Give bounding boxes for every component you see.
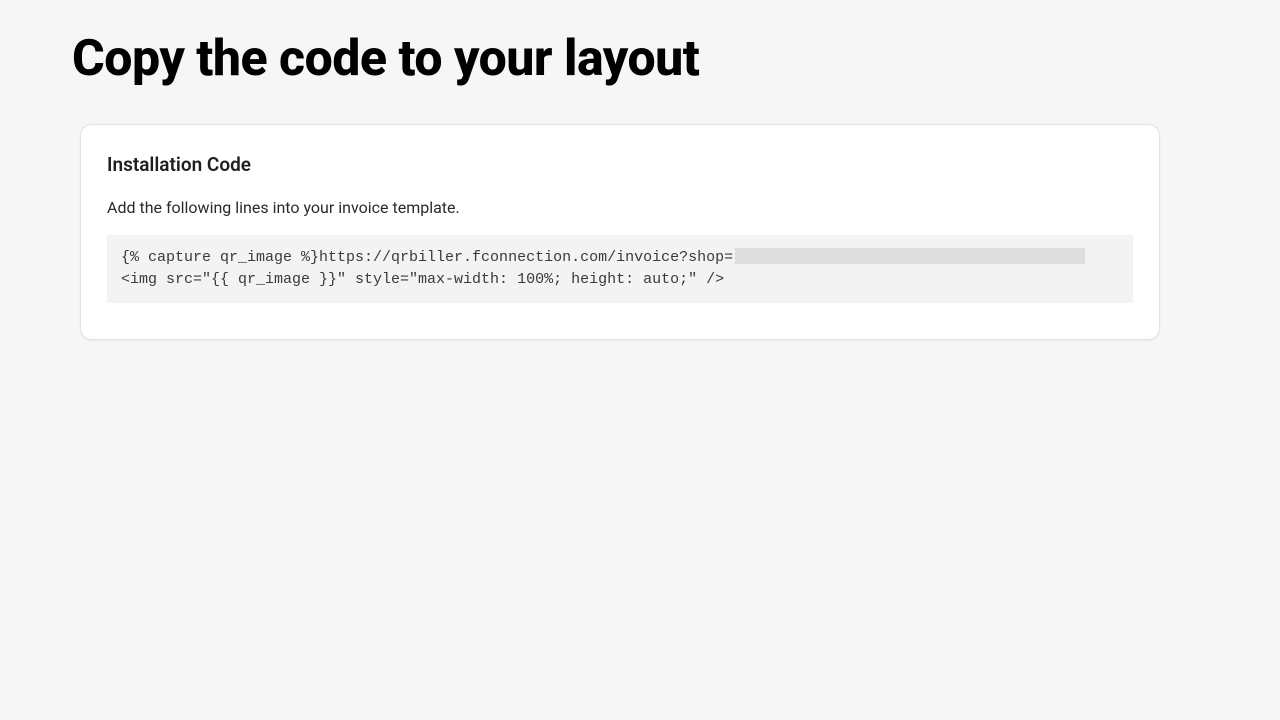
card-instructions: Add the following lines into your invoic… bbox=[107, 198, 1133, 217]
code-line-1-text: {% capture qr_image %}https://qrbiller.f… bbox=[121, 249, 733, 266]
redacted-value bbox=[735, 248, 1085, 264]
code-block[interactable]: {% capture qr_image %}https://qrbiller.f… bbox=[107, 235, 1133, 303]
card-title: Installation Code bbox=[107, 153, 1133, 176]
installation-code-card: Installation Code Add the following line… bbox=[80, 124, 1160, 340]
code-line-1: {% capture qr_image %}https://qrbiller.f… bbox=[121, 247, 1119, 269]
page-title: Copy the code to your layout bbox=[0, 0, 1280, 88]
code-line-2: <img src="{{ qr_image }}" style="max-wid… bbox=[121, 269, 1119, 291]
